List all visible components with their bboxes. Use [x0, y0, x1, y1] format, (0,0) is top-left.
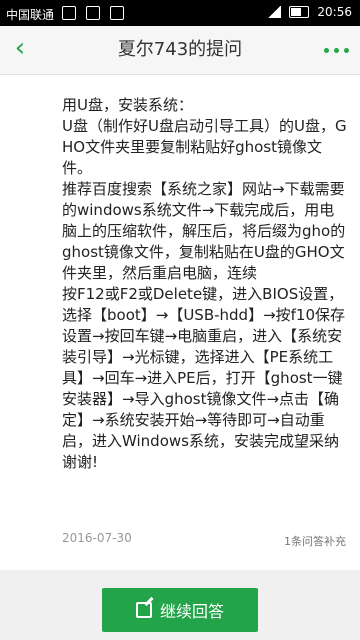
more-icon[interactable]	[322, 40, 350, 60]
edit-icon	[135, 602, 152, 618]
clock: 20:56	[317, 5, 352, 19]
continue-answer-button[interactable]: 继续回答	[102, 588, 258, 632]
answer-card: 用U盘，安装系统： U盘（制作好U盘启动引导工具）的U盘，GHO文件夹里要复制粘…	[0, 75, 360, 570]
battery-icon	[289, 6, 310, 18]
status-right: 20:56	[267, 5, 352, 19]
status-bar: 中国联通 20:56	[0, 0, 360, 26]
status-icons	[62, 5, 130, 20]
reply-count[interactable]: 1条问答补充	[284, 533, 346, 549]
image-icon	[62, 5, 76, 20]
app-header: ‹ 夏尔743的提问	[0, 26, 360, 75]
notification-icon	[85, 5, 100, 20]
answer-text: 用U盘，安装系统： U盘（制作好U盘启动引导工具）的U盘，GHO文件夹里要复制粘…	[62, 96, 347, 471]
answer-date: 2016-07-30	[62, 531, 132, 545]
more-dot	[323, 47, 329, 53]
signal-icon	[267, 6, 282, 18]
continue-answer-label: 继续回答	[159, 602, 224, 621]
more-dot	[343, 47, 349, 53]
page-title: 夏尔743的提问	[117, 39, 243, 60]
carrier-label: 中国联通	[6, 8, 55, 22]
more-dot	[333, 47, 339, 53]
wifi-icon	[109, 5, 124, 20]
